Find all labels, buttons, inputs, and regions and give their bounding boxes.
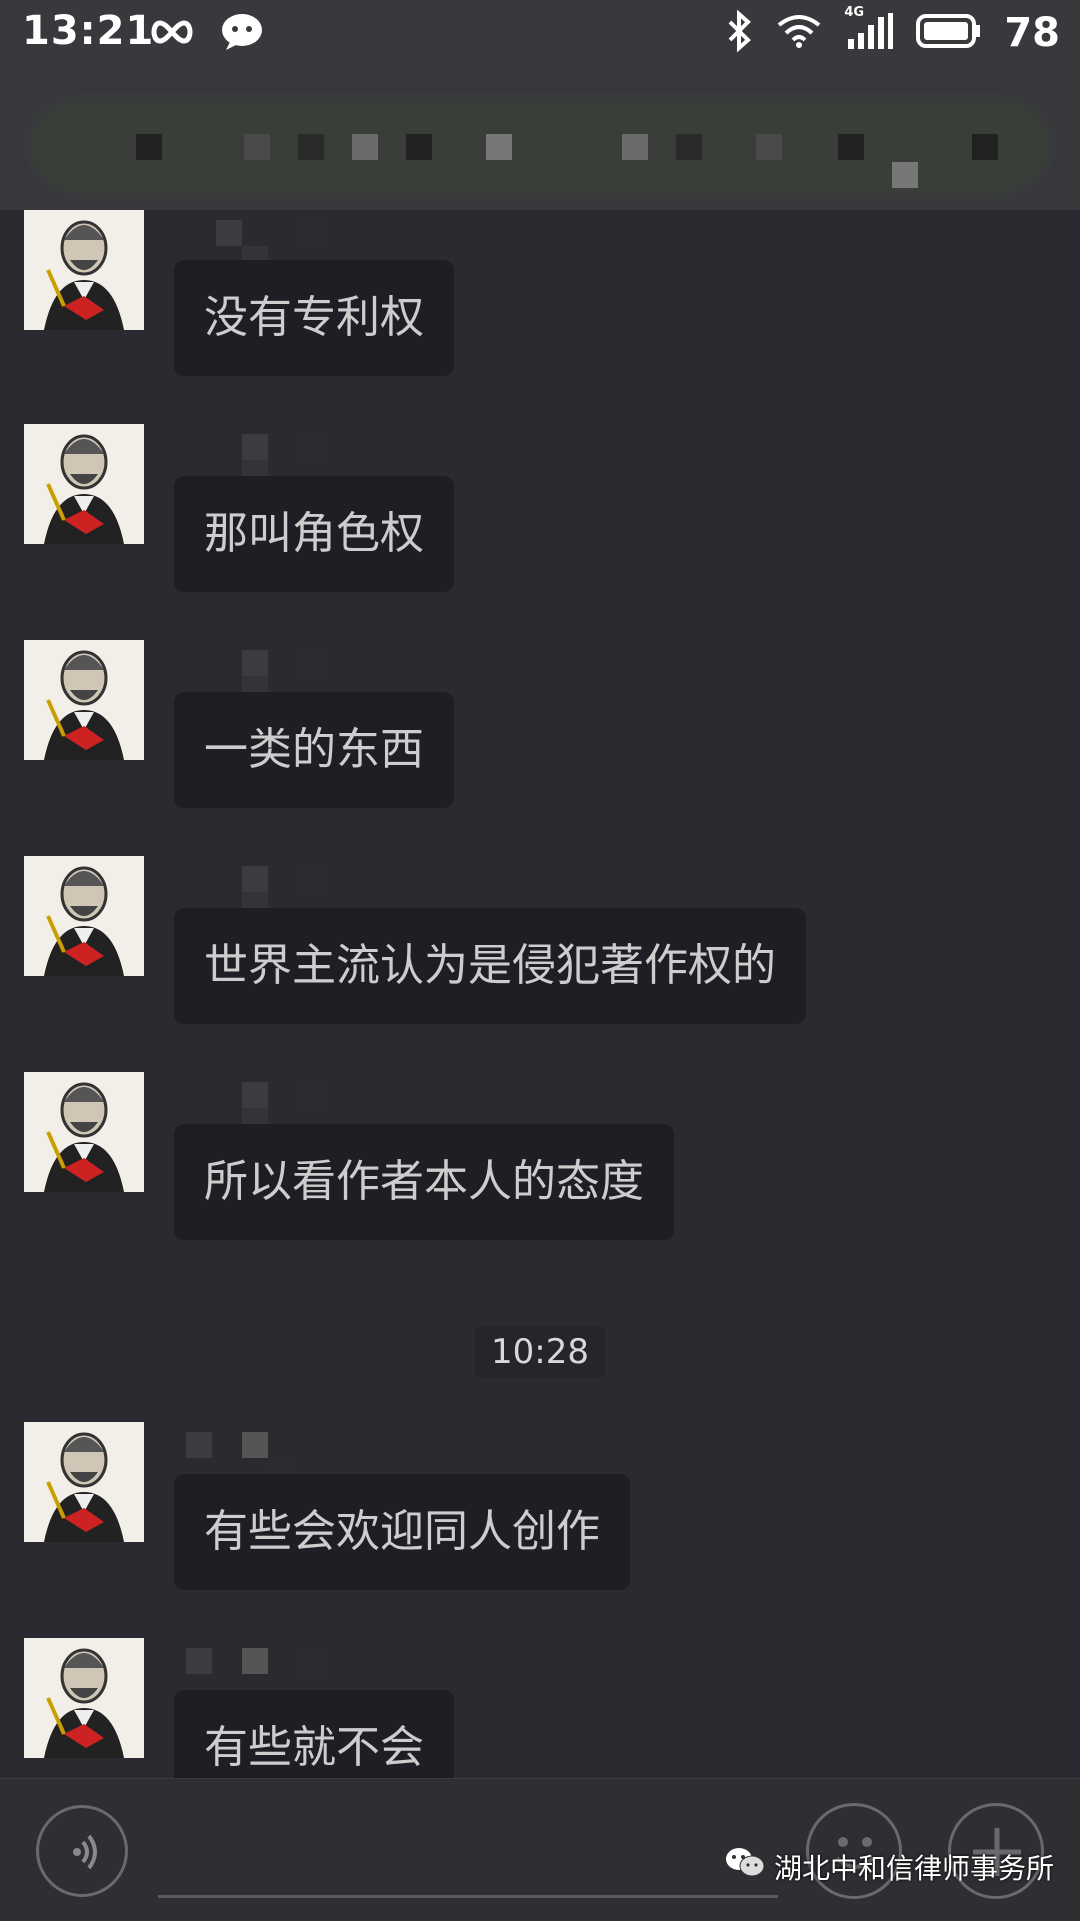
avatar[interactable] [24,210,144,330]
avatar[interactable] [24,856,144,976]
wechat-icon [220,12,264,56]
avatar[interactable] [24,1072,144,1192]
message-bubble[interactable]: 有些会欢迎同人创作 [174,1474,630,1590]
signal-icon: 4G [844,5,894,55]
avatar[interactable] [24,1638,144,1758]
chat-title-bar [0,68,1080,210]
message-bubble[interactable]: 一类的东西 [174,692,454,808]
status-bar: 13:21 4G 78 [0,0,1080,68]
watermark-text: 湖北中和信律师事务所 [774,1851,1055,1885]
infinity-icon [148,17,196,51]
message-bubble[interactable]: 没有专利权 [174,260,454,376]
message-timestamp: 10:28 [0,1326,1080,1378]
avatar[interactable] [24,640,144,760]
watermark: 湖北中和信律师事务所 [724,1846,1054,1887]
status-time: 13:21 [22,8,155,54]
voice-input-button[interactable] [36,1805,128,1897]
avatar[interactable] [24,1422,144,1542]
message-bubble[interactable]: 有些就不会 [174,1690,454,1778]
avatar[interactable] [24,424,144,544]
message-bubble[interactable]: 那叫角色权 [174,476,454,592]
message-bubble[interactable]: 世界主流认为是侵犯著作权的 [174,908,806,1024]
network-type-label: 4G [844,5,865,20]
message-input[interactable] [158,1895,778,1898]
wifi-icon [776,13,822,53]
message-bubble[interactable]: 所以看作者本人的态度 [174,1124,674,1240]
bluetooth-icon [726,9,754,56]
chat-message-list[interactable]: 没有专利权 那叫角色权 一类的东西 世界主流认为是侵犯著作权的 所以看作者本人的… [0,210,1080,1778]
wechat-logo-icon [724,1846,766,1887]
battery-icon [916,14,982,52]
voice-icon [61,1830,105,1878]
battery-level: 78 [1004,10,1060,56]
